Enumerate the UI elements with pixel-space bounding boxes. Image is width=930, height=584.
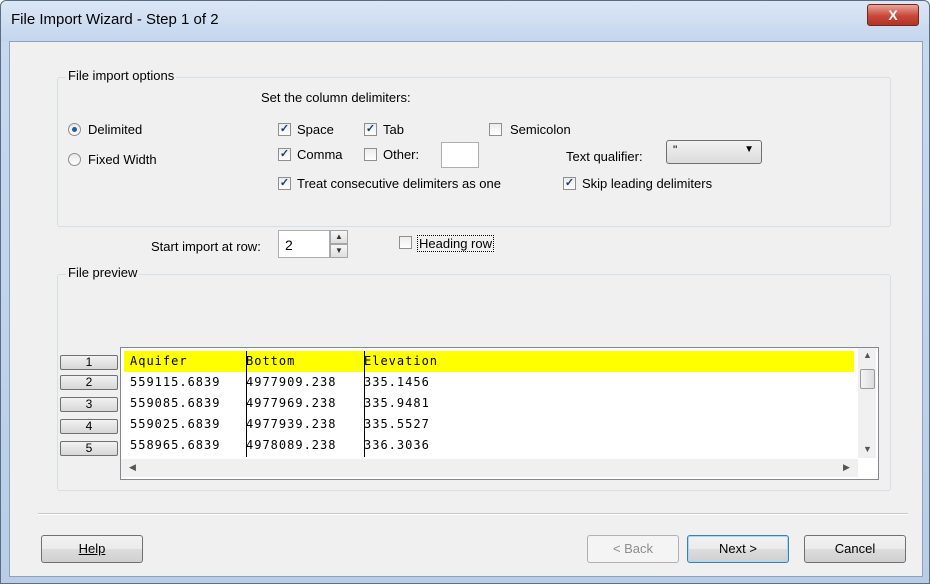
checkbox-heading-row-label[interactable]: Heading row bbox=[417, 235, 494, 252]
file-preview-label: File preview bbox=[66, 265, 140, 280]
start-row-spinner[interactable]: ▲ ▼ bbox=[330, 230, 348, 258]
vertical-scrollbar[interactable]: ▲ ▼ bbox=[858, 348, 876, 458]
spin-up-icon[interactable]: ▲ bbox=[330, 230, 348, 244]
next-button-label: Next > bbox=[719, 541, 757, 556]
checkbox-semicolon-label[interactable]: Semicolon bbox=[510, 122, 571, 137]
preview-cell: 559085.6839 bbox=[130, 396, 221, 410]
checkbox-consecutive-delimiters[interactable]: ✓ bbox=[278, 177, 291, 190]
start-row-label: Start import at row: bbox=[151, 239, 261, 254]
preview-cell: 559115.6839 bbox=[130, 375, 221, 389]
preview-grid[interactable]: Aquifer Bottom Elevation 559115.6839 497… bbox=[120, 347, 879, 480]
help-button-label: Help bbox=[78, 541, 106, 556]
next-button[interactable]: Next > bbox=[687, 535, 789, 563]
preview-cell: 559025.6839 bbox=[130, 417, 221, 431]
back-button: < Back bbox=[587, 535, 679, 563]
chevron-down-icon: ▼ bbox=[744, 144, 754, 155]
preview-cell: 4978089.238 bbox=[246, 438, 337, 452]
scroll-up-icon[interactable]: ▲ bbox=[863, 350, 872, 360]
scroll-down-icon[interactable]: ▼ bbox=[863, 444, 872, 454]
horizontal-scrollbar[interactable]: ◀ ▶ bbox=[121, 459, 858, 477]
radio-delimited-label[interactable]: Delimited bbox=[88, 122, 142, 137]
row-number-button[interactable]: 5 bbox=[60, 441, 118, 456]
close-button[interactable]: X bbox=[867, 4, 919, 26]
dialog-body: File import options Set the column delim… bbox=[9, 41, 923, 577]
checkbox-comma-label[interactable]: Comma bbox=[297, 147, 343, 162]
file-import-options-label: File import options bbox=[66, 68, 177, 83]
preview-cell: 335.1456 bbox=[364, 375, 430, 389]
column-divider[interactable] bbox=[364, 351, 365, 457]
row-number-button[interactable]: 4 bbox=[60, 419, 118, 434]
checkbox-skip-leading[interactable]: ✓ bbox=[563, 177, 576, 190]
checkbox-heading-row[interactable] bbox=[399, 236, 412, 249]
window-title: File Import Wizard - Step 1 of 2 bbox=[11, 11, 219, 28]
spin-down-icon[interactable]: ▼ bbox=[330, 244, 348, 258]
radio-delimited[interactable] bbox=[68, 123, 81, 136]
text-qualifier-label: Text qualifier: bbox=[566, 149, 643, 164]
preview-cell: Bottom bbox=[246, 354, 296, 368]
preview-cell: 336.3036 bbox=[364, 438, 430, 452]
preview-cell: 4977969.238 bbox=[246, 396, 337, 410]
cancel-button[interactable]: Cancel bbox=[804, 535, 906, 563]
checkbox-semicolon[interactable] bbox=[489, 123, 502, 136]
preview-cell: 335.5527 bbox=[364, 417, 430, 431]
radio-fixed-width-label[interactable]: Fixed Width bbox=[88, 152, 157, 167]
preview-cell: 335.9481 bbox=[364, 396, 430, 410]
title-bar[interactable]: File Import Wizard - Step 1 of 2 X bbox=[1, 1, 929, 41]
row-number-button[interactable]: 3 bbox=[60, 397, 118, 412]
checkbox-space-label[interactable]: Space bbox=[297, 122, 334, 137]
help-button[interactable]: Help bbox=[41, 535, 143, 563]
preview-cell: Aquifer bbox=[130, 354, 188, 368]
checkbox-skip-leading-label[interactable]: Skip leading delimiters bbox=[582, 176, 712, 191]
checkbox-space[interactable]: ✓ bbox=[278, 123, 291, 136]
other-delimiter-input[interactable] bbox=[441, 142, 479, 168]
checkbox-consecutive-delimiters-label[interactable]: Treat consecutive delimiters as one bbox=[297, 176, 501, 191]
scroll-left-icon[interactable]: ◀ bbox=[129, 462, 136, 473]
checkbox-comma[interactable]: ✓ bbox=[278, 148, 291, 161]
column-divider[interactable] bbox=[246, 351, 247, 457]
wizard-window: File Import Wizard - Step 1 of 2 X File … bbox=[0, 0, 930, 584]
text-qualifier-select[interactable]: " ▼ bbox=[666, 140, 762, 164]
checkbox-other-label[interactable]: Other: bbox=[383, 147, 419, 162]
cancel-button-label: Cancel bbox=[834, 541, 876, 556]
preview-cell: 558965.6839 bbox=[130, 438, 221, 452]
back-button-label: < Back bbox=[612, 541, 654, 556]
radio-fixed-width[interactable] bbox=[68, 153, 81, 166]
separator-line bbox=[38, 513, 908, 515]
checkbox-other[interactable] bbox=[364, 148, 377, 161]
preview-cell: 4977939.238 bbox=[246, 417, 337, 431]
start-row-input[interactable]: 2 bbox=[278, 230, 330, 258]
row-number-button[interactable]: 2 bbox=[60, 375, 118, 390]
scroll-right-icon[interactable]: ▶ bbox=[843, 462, 850, 473]
vertical-scroll-thumb[interactable] bbox=[860, 369, 875, 389]
row-number-button[interactable]: 1 bbox=[60, 355, 118, 370]
checkbox-tab-label[interactable]: Tab bbox=[383, 122, 404, 137]
preview-cell: Elevation bbox=[364, 354, 439, 368]
delimiters-heading: Set the column delimiters: bbox=[261, 90, 411, 105]
text-qualifier-value: " bbox=[673, 143, 678, 157]
checkbox-tab[interactable]: ✓ bbox=[364, 123, 377, 136]
start-row-value: 2 bbox=[285, 237, 293, 253]
preview-cell: 4977909.238 bbox=[246, 375, 337, 389]
